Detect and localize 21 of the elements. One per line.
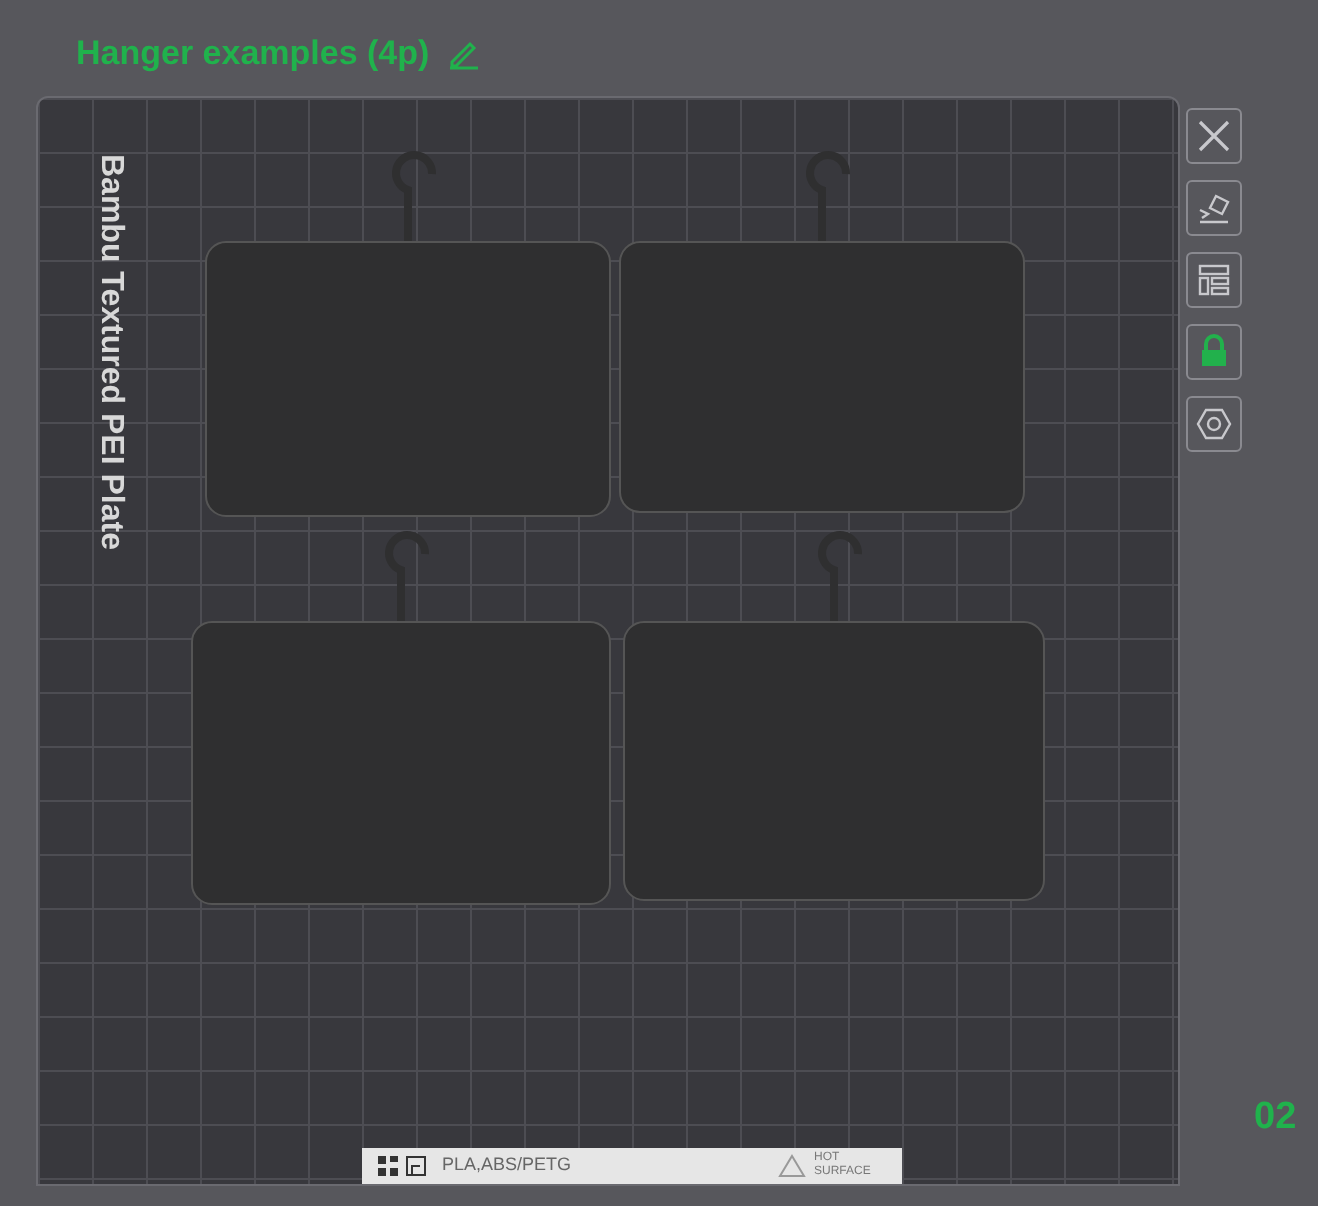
toolbar-button[interactable] xyxy=(1186,108,1242,164)
toolbar-button[interactable] xyxy=(1186,396,1242,452)
grid-icon xyxy=(378,1156,398,1176)
toolbar-button[interactable] xyxy=(1186,252,1242,308)
close-icon xyxy=(1194,116,1234,156)
hanger-drawing[interactable] xyxy=(622,530,1046,902)
pencil-icon[interactable] xyxy=(445,37,482,69)
arrange-icon xyxy=(1194,260,1234,300)
toolbar-button[interactable] xyxy=(1186,324,1242,380)
toolbar-button[interactable] xyxy=(1186,180,1242,236)
plate-name: Bambu Textured PEI Plate xyxy=(92,154,130,550)
hanger-drawing[interactable] xyxy=(618,150,1026,514)
orient-icon xyxy=(1194,188,1234,228)
project-title: Hanger examples (4p) xyxy=(76,31,430,76)
hanger-drawing[interactable] xyxy=(204,150,612,518)
hanger-drawing[interactable] xyxy=(190,530,612,906)
hexagon-nut-icon xyxy=(1194,404,1234,444)
warning-icon xyxy=(778,1154,806,1178)
plate-icon xyxy=(406,1156,426,1176)
plate-number: 02 xyxy=(1254,1093,1297,1141)
material-text: PLA,ABS/PETG xyxy=(442,1152,572,1179)
